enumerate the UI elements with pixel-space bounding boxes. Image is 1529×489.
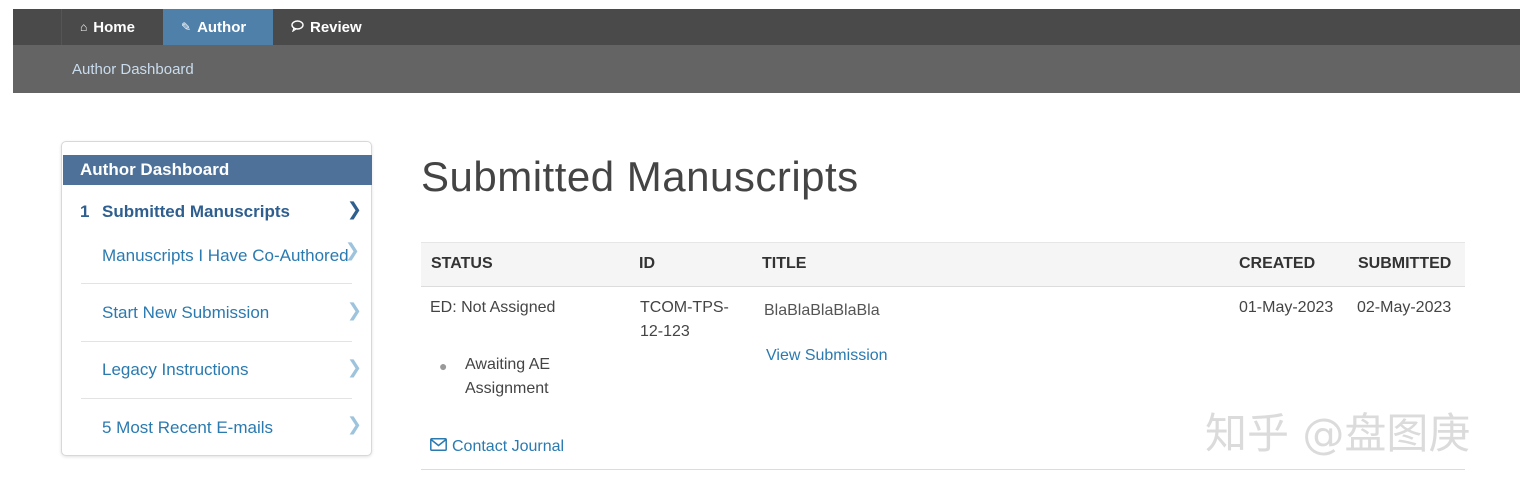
tab-home-label: Home [93,18,135,36]
sidebar-panel: Author Dashboard 1 Submitted Manuscripts… [61,141,372,456]
page-title: Submitted Manuscripts [421,153,859,200]
created-date: 01-May-2023 [1239,299,1334,316]
sidebar-item-submitted-manuscripts[interactable]: 1 Submitted Manuscripts ❯ [80,199,370,226]
chevron-right-icon: ❯ [346,414,362,434]
sidebar-divider [81,398,352,399]
column-header-id: ID [639,255,655,272]
sidebar-item-start-new-submission[interactable]: Start New Submission ❯ [80,300,370,327]
column-header-title: TITLE [762,255,807,272]
tab-review[interactable]: Review [273,9,383,45]
contact-journal-link[interactable]: Contact Journal [430,435,564,459]
tab-home[interactable]: ⌂ Home [61,9,163,45]
comment-icon [291,19,304,35]
table-row-divider [421,469,1465,470]
sidebar-item-label: Submitted Manuscripts [102,202,290,221]
manuscript-id-line1: TCOM-TPS- [640,299,729,316]
chevron-right-icon: ❯ [346,199,362,219]
watermark-text: 知乎 @盘图庚 [1205,409,1471,458]
home-icon: ⌂ [80,20,88,34]
sidebar-item-label: 5 Most Recent E-mails [102,418,273,437]
sidebar-item-legacy-instructions[interactable]: Legacy Instructions ❯ [80,357,370,384]
sidebar-item-label: Legacy Instructions [102,360,249,379]
bullet-icon: ● [439,358,448,374]
sidebar-divider [81,341,352,342]
sidebar-divider [81,283,352,284]
pencil-icon: ✎ [181,20,192,34]
view-submission-link[interactable]: View Submission [766,344,888,368]
chevron-right-icon: ❯ [344,240,360,260]
manuscript-id-line2: 12-123 [640,323,690,340]
sidebar-item-label: Start New Submission [102,303,270,322]
submitted-date: 02-May-2023 [1357,299,1452,316]
sidebar-item-co-authored[interactable]: Manuscripts I Have Co-Authored ❯ [80,240,370,270]
status-detail-line1: Awaiting AE [465,356,551,373]
envelope-icon [430,435,447,459]
top-navigation-bar: ⌂ Home ✎ Author Review [13,9,1520,45]
author-dashboard-link[interactable]: Author Dashboard [72,61,194,78]
sidebar-item-recent-emails[interactable]: 5 Most Recent E-mails ❯ [80,414,370,442]
contact-journal-label: Contact Journal [452,438,565,455]
manuscript-title: BlaBlaBlaBlaBla [764,302,880,319]
sidebar-item-label: Manuscripts I Have Co-Authored [102,246,349,265]
chevron-right-icon: ❯ [346,357,362,377]
column-header-created: CREATED [1239,255,1316,272]
tab-author[interactable]: ✎ Author [163,9,273,45]
sidebar-title: Author Dashboard [63,155,372,185]
tab-review-label: Review [310,18,362,36]
chevron-right-icon: ❯ [346,300,362,320]
column-header-submitted: SUBMITTED [1358,255,1452,272]
sub-navigation-bar: Author Dashboard [13,45,1520,93]
tab-author-label: Author [197,18,247,36]
status-value: ED: Not Assigned [430,299,556,316]
table-header-row: STATUS ID TITLE CREATED SUBMITTED [421,242,1465,287]
status-detail-line2: Assignment [465,380,549,397]
column-header-status: STATUS [431,255,493,272]
sidebar-item-number: 1 [80,202,90,221]
